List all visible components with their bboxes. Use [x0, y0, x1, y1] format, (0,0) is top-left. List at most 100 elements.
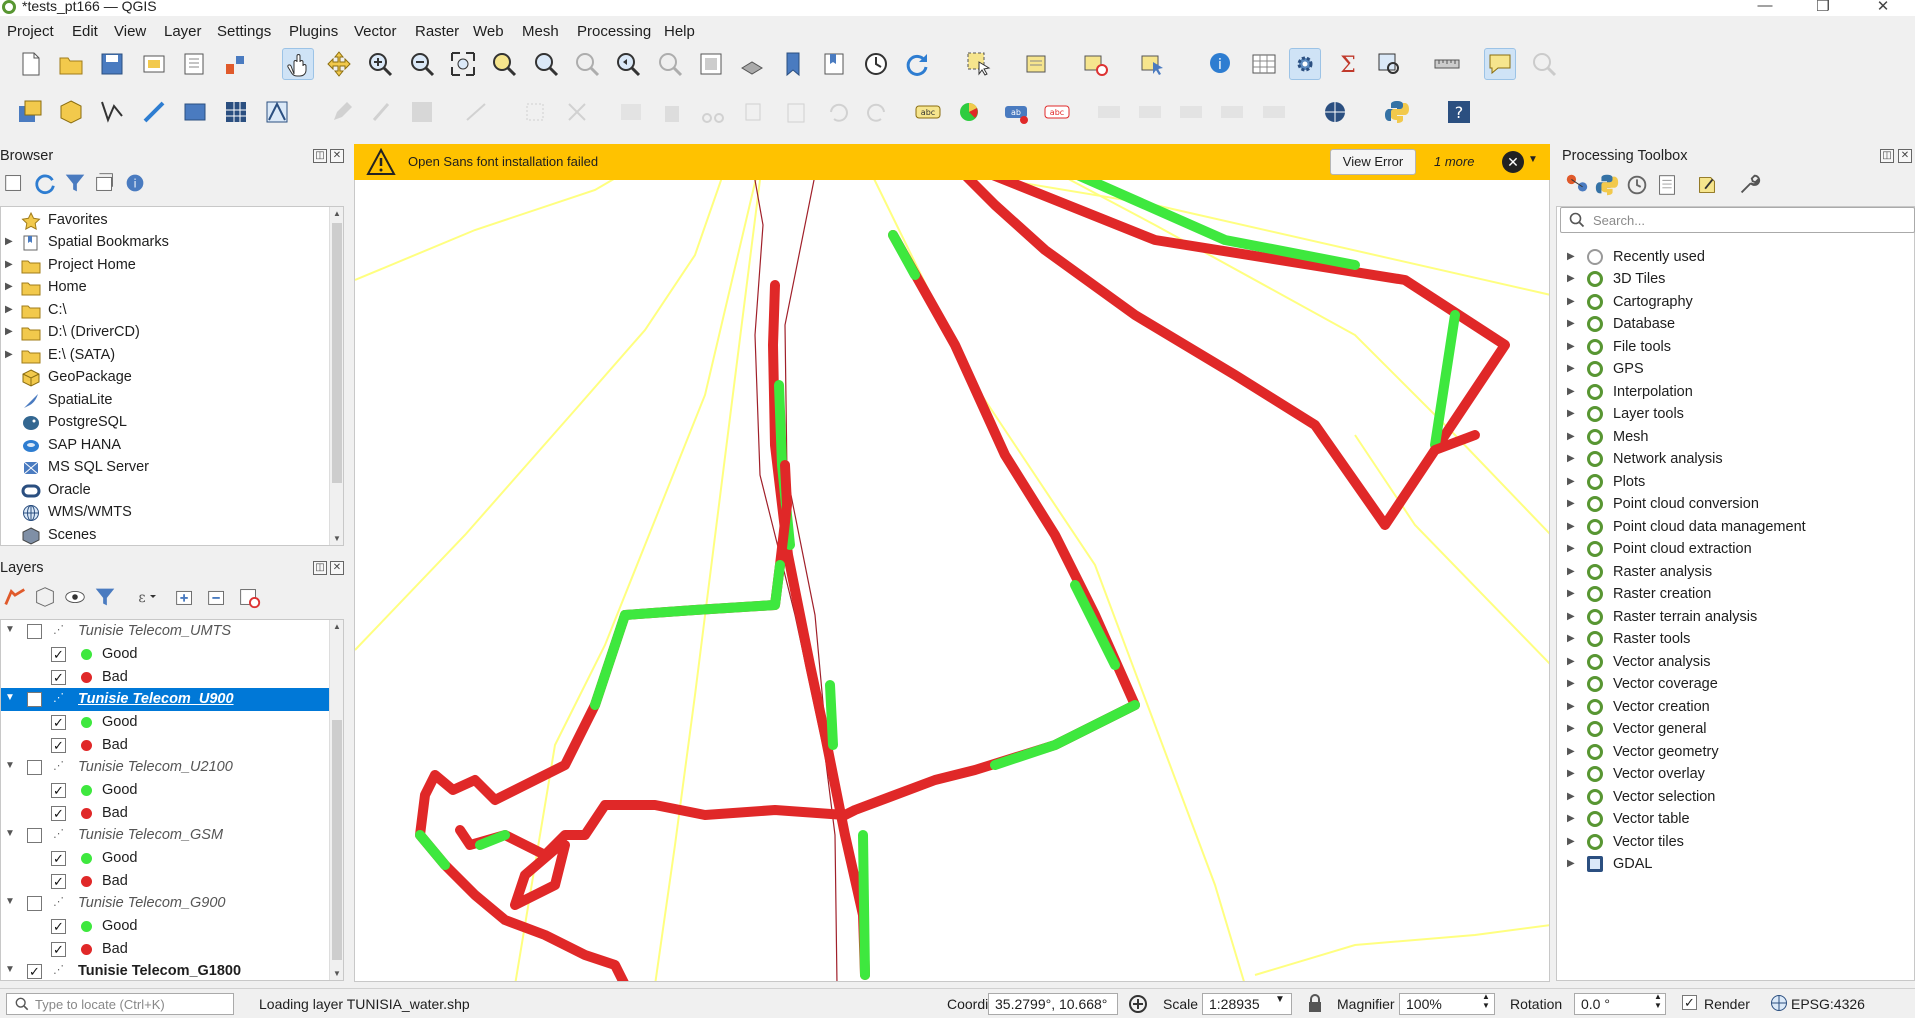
- filter-expression-icon[interactable]: ε: [126, 584, 162, 610]
- rotation-stepper-icon[interactable]: ▲ ▼: [1654, 992, 1662, 1010]
- scale-dropdown-chevron-icon[interactable]: ▼: [1275, 994, 1285, 1005]
- refresh-icon[interactable]: [901, 48, 933, 80]
- history-icon[interactable]: [1624, 172, 1650, 198]
- pan-map-icon[interactable]: [282, 48, 314, 80]
- zoom-last-icon[interactable]: [612, 48, 644, 80]
- toolbox-item-layer-tools[interactable]: ▶ Layer tools: [1557, 404, 1912, 426]
- processing-toolbox-icon[interactable]: [1289, 48, 1321, 80]
- browser-item-home[interactable]: ▶ Home: [1, 277, 331, 299]
- edit-table-icon[interactable]: [615, 96, 647, 128]
- expand-arrow-icon[interactable]: ▶: [1567, 588, 1575, 599]
- message-menu-chevron-icon[interactable]: ▼: [1528, 154, 1538, 165]
- pin-labels-icon[interactable]: [1093, 96, 1125, 128]
- legend-item-bad[interactable]: ✓ Bad: [1, 666, 329, 689]
- map-canvas[interactable]: [354, 144, 1550, 982]
- browser-item-sap-hana[interactable]: SAP HANA: [1, 435, 331, 457]
- expand-arrow-icon[interactable]: ▶: [5, 304, 13, 315]
- python-console-icon[interactable]: [1381, 96, 1413, 128]
- add-mesh-layer-icon[interactable]: [261, 96, 293, 128]
- browser-item-oracle[interactable]: Oracle: [1, 480, 331, 502]
- models-icon[interactable]: [1564, 172, 1590, 198]
- zoom-next-icon[interactable]: [654, 48, 686, 80]
- layer-visibility-checkbox[interactable]: [27, 896, 42, 911]
- toolbox-item-vector-selection[interactable]: ▶ Vector selection: [1557, 787, 1912, 809]
- legend-checkbox[interactable]: ✓: [51, 670, 66, 685]
- georeferencer-icon[interactable]: [1319, 96, 1351, 128]
- menu-layer[interactable]: Layer: [164, 23, 202, 40]
- temporal-controller-icon[interactable]: [860, 48, 892, 80]
- select-location-icon[interactable]: [1137, 48, 1169, 80]
- collapse-arrow-icon[interactable]: ▼: [5, 828, 15, 839]
- toolbox-item-database[interactable]: ▶ Database: [1557, 314, 1912, 336]
- expand-arrow-icon[interactable]: ▶: [1567, 408, 1575, 419]
- lock-scale-icon[interactable]: [1307, 993, 1323, 1016]
- browser-item-geopackage[interactable]: GeoPackage: [1, 367, 331, 389]
- legend-item-bad[interactable]: ✓ Bad: [1, 870, 329, 893]
- layout-manager-icon[interactable]: [179, 48, 211, 80]
- layer-visibility-checkbox[interactable]: [27, 828, 42, 843]
- expand-arrow-icon[interactable]: ▶: [1567, 296, 1575, 307]
- layer-visibility-checkbox[interactable]: [27, 760, 42, 775]
- highlight-pinned-labels-icon[interactable]: ab: [1000, 96, 1032, 128]
- paste-features-icon[interactable]: [780, 96, 812, 128]
- legend-checkbox[interactable]: ✓: [51, 942, 66, 957]
- layers-float-button[interactable]: ◫: [313, 561, 327, 575]
- layer-diagram-icon[interactable]: [953, 96, 985, 128]
- toolbox-item-vector-table[interactable]: ▶ Vector table: [1557, 809, 1912, 831]
- toolbox-item-vector-geometry[interactable]: ▶ Vector geometry: [1557, 742, 1912, 764]
- menu-vector[interactable]: Vector: [354, 23, 397, 40]
- add-selected-layers-icon[interactable]: [2, 170, 28, 196]
- toolbox-item-raster-creation[interactable]: ▶ Raster creation: [1557, 584, 1912, 606]
- toolbox-item-raster-terrain-analysis[interactable]: ▶ Raster terrain analysis: [1557, 607, 1912, 629]
- browser-info-icon[interactable]: i: [122, 170, 148, 196]
- menu-project[interactable]: Project: [7, 23, 54, 40]
- toolbox-item-raster-tools[interactable]: ▶ Raster tools: [1557, 629, 1912, 651]
- layer-group-g900[interactable]: ▼ ⋰ Tunisie Telecom_G900: [1, 892, 329, 915]
- collapse-arrow-icon[interactable]: ▼: [5, 692, 15, 703]
- toolbox-item-3d-tiles[interactable]: ▶ 3D Tiles: [1557, 269, 1912, 291]
- select-features-icon[interactable]: [963, 48, 995, 80]
- extents-toggle-icon[interactable]: [1127, 993, 1149, 1018]
- menu-edit[interactable]: Edit: [72, 23, 98, 40]
- toolbox-item-vector-general[interactable]: ▶ Vector general: [1557, 719, 1912, 741]
- expand-arrow-icon[interactable]: ▶: [1567, 476, 1575, 487]
- map-tips-icon[interactable]: [1484, 48, 1516, 80]
- scripts-icon[interactable]: [1594, 172, 1620, 198]
- expand-arrow-icon[interactable]: ▶: [1567, 678, 1575, 689]
- menu-mesh[interactable]: Mesh: [522, 23, 559, 40]
- toolbox-item-vector-overlay[interactable]: ▶ Vector overlay: [1557, 764, 1912, 786]
- style-layer-icon[interactable]: [2, 584, 28, 610]
- magnifier-spinbox[interactable]: 100%: [1399, 993, 1495, 1015]
- help-icon[interactable]: ?: [1443, 96, 1475, 128]
- expand-arrow-icon[interactable]: ▶: [1567, 566, 1575, 577]
- legend-checkbox[interactable]: ✓: [51, 806, 66, 821]
- expand-arrow-icon[interactable]: ▶: [1567, 386, 1575, 397]
- zoom-native-icon[interactable]: [571, 48, 603, 80]
- undo-icon[interactable]: [821, 96, 853, 128]
- modify-attributes-icon[interactable]: [561, 96, 593, 128]
- legend-checkbox[interactable]: ✓: [51, 738, 66, 753]
- toolbox-item-cartography[interactable]: ▶ Cartography: [1557, 292, 1912, 314]
- expand-arrow-icon[interactable]: ▶: [1567, 836, 1575, 847]
- toolbox-item-point-cloud-conversion[interactable]: ▶ Point cloud conversion: [1557, 494, 1912, 516]
- bookmark-icon[interactable]: [777, 48, 809, 80]
- data-source-manager-icon[interactable]: [14, 96, 46, 128]
- toolbox-item-plots[interactable]: ▶ Plots: [1557, 472, 1912, 494]
- rotation-spinbox[interactable]: 0.0 °: [1574, 993, 1666, 1015]
- toolbox-item-mesh[interactable]: ▶ Mesh: [1557, 427, 1912, 449]
- legend-item-good[interactable]: ✓ Good: [1, 847, 329, 870]
- layers-scrollbar[interactable]: ▲ ▼: [329, 620, 343, 980]
- layer-group-gsm[interactable]: ▼ ⋰ Tunisie Telecom_GSM: [1, 824, 329, 847]
- toolbox-search-input[interactable]: Search...: [1560, 207, 1915, 233]
- toolbox-item-vector-creation[interactable]: ▶ Vector creation: [1557, 697, 1912, 719]
- statistical-summary-icon[interactable]: Σ: [1332, 48, 1364, 80]
- move-label-icon[interactable]: [1175, 96, 1207, 128]
- legend-item-bad[interactable]: ✓ Bad: [1, 734, 329, 757]
- expand-arrow-icon[interactable]: ▶: [5, 281, 13, 292]
- collapse-arrow-icon[interactable]: ▼: [5, 624, 15, 635]
- browser-collapse-icon[interactable]: [92, 170, 118, 196]
- collapse-arrow-icon[interactable]: ▼: [5, 896, 15, 907]
- expand-arrow-icon[interactable]: ▶: [5, 326, 13, 337]
- new-project-icon[interactable]: [14, 48, 46, 80]
- vertex-tool-icon[interactable]: [519, 96, 551, 128]
